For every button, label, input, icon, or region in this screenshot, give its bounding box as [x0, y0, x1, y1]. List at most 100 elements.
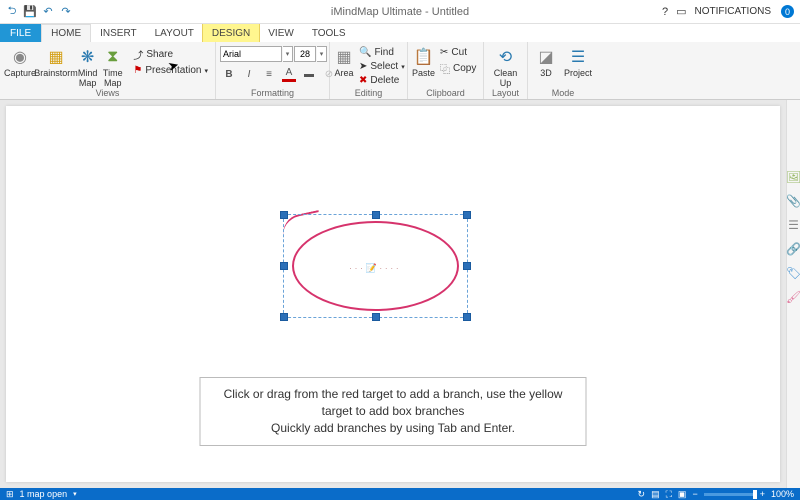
- copy-button[interactable]: ⿻Copy: [437, 60, 479, 77]
- group-editing-label: Editing: [334, 88, 403, 99]
- save-icon[interactable]: 💾: [22, 4, 38, 20]
- 3d-button[interactable]: ◪3D: [532, 46, 560, 78]
- window-title: iMindMap Ultimate - Untitled: [331, 6, 469, 18]
- font-size-input[interactable]: [294, 46, 316, 62]
- timemap-button[interactable]: ⧗Time Map: [101, 46, 124, 88]
- cut-button[interactable]: ✂Cut: [437, 46, 479, 59]
- select-button[interactable]: ➤Select▾: [356, 60, 408, 73]
- maps-open-label: 1 map open: [20, 489, 68, 499]
- resize-handle-sw[interactable]: [280, 313, 288, 321]
- delete-icon: ✖: [359, 75, 367, 86]
- clipboard-icon: 📋: [414, 47, 434, 67]
- find-button[interactable]: 🔍Find: [356, 46, 408, 59]
- canvas-area: · · · 📝 · · · · Click or drag from the r…: [0, 100, 786, 488]
- font-name-input[interactable]: [220, 46, 282, 62]
- attachment-panel-icon[interactable]: 📎: [786, 194, 800, 208]
- resize-handle-s[interactable]: [372, 313, 380, 321]
- resize-handle-nw[interactable]: [280, 211, 288, 219]
- resize-handle-e[interactable]: [463, 262, 471, 270]
- right-sidebar: 🖼 📎 ☰ 🔗 🏷 🖌: [786, 100, 800, 488]
- image-panel-icon[interactable]: 🖼: [786, 170, 800, 184]
- fill-color-button[interactable]: ▬: [300, 66, 318, 82]
- tab-tools[interactable]: TOOLS: [303, 24, 355, 42]
- tag-panel-icon[interactable]: 🏷: [786, 266, 800, 280]
- notes-panel-icon[interactable]: ☰: [788, 218, 799, 232]
- ribbon-tabs: FILE HOME INSERT LAYOUT DESIGN VIEW TOOL…: [0, 24, 800, 42]
- refresh-icon[interactable]: ↻: [638, 489, 646, 500]
- align-button[interactable]: ≡: [260, 66, 278, 82]
- group-formatting-label: Formatting: [220, 88, 325, 99]
- tab-design[interactable]: DESIGN: [203, 24, 259, 42]
- link-panel-icon[interactable]: 🔗: [786, 242, 800, 256]
- resize-handle-n[interactable]: [372, 211, 380, 219]
- help-icon[interactable]: ?: [662, 6, 668, 18]
- group-views-label: Views: [4, 88, 211, 99]
- fullscreen-icon[interactable]: ⛶: [666, 489, 672, 500]
- notifications-badge[interactable]: 0: [781, 5, 794, 18]
- bold-button[interactable]: B: [220, 66, 238, 82]
- title-bar: ⮌ 💾 ↶ ↷ iMindMap Ultimate - Untitled ? ▭…: [0, 0, 800, 24]
- board-icon: ▦: [46, 47, 66, 67]
- share-icon: ⤴: [133, 47, 143, 62]
- quick-access-toolbar: ⮌ 💾 ↶ ↷: [0, 4, 74, 20]
- font-dd-icon[interactable]: ▾: [283, 46, 293, 62]
- ribbon: ◉Capture ▦Brainstorm ❋Mind Map ⧗Time Map…: [0, 42, 800, 100]
- hint-line2: Quickly add branches by using Tab and En…: [221, 420, 566, 437]
- project-button[interactable]: ☰Project: [562, 46, 594, 78]
- cursor-icon: ➤: [359, 61, 367, 72]
- delete-button[interactable]: ✖Delete: [356, 74, 408, 87]
- italic-button[interactable]: I: [240, 66, 258, 82]
- tab-file[interactable]: FILE: [0, 24, 41, 42]
- status-bar: ⊞ 1 map open ▾ ↻ ▤ ⛶ ▣ − + 100%: [0, 488, 800, 500]
- resize-handle-w[interactable]: [280, 262, 288, 270]
- minimize-icon[interactable]: ▭: [676, 5, 686, 18]
- group-layout-label: Layout: [488, 88, 523, 99]
- flag-icon: ⚑: [133, 65, 142, 76]
- gantt-icon: ☰: [568, 47, 588, 67]
- zoom-out-button[interactable]: −: [692, 489, 697, 499]
- size-dd-icon[interactable]: ▾: [317, 46, 327, 62]
- cube-icon: ◪: [536, 47, 556, 67]
- share-button[interactable]: ⤴Share: [130, 46, 211, 63]
- paste-button[interactable]: 📋Paste: [412, 46, 435, 78]
- capture-button[interactable]: ◉Capture: [4, 46, 36, 78]
- canvas[interactable]: · · · 📝 · · · · Click or drag from the r…: [6, 106, 780, 482]
- timeline-icon: ⧗: [103, 47, 123, 67]
- tab-home[interactable]: HOME: [41, 24, 91, 42]
- group-mode-label: Mode: [532, 88, 594, 99]
- resize-handle-ne[interactable]: [463, 211, 471, 219]
- scissors-icon: ✂: [440, 47, 448, 58]
- resize-handle-se[interactable]: [463, 313, 471, 321]
- group-clipboard-label: Clipboard: [412, 88, 479, 99]
- app-status-icon[interactable]: ⊞: [6, 489, 14, 500]
- search-icon: 🔍: [359, 47, 371, 58]
- aperture-icon: ◉: [10, 47, 30, 67]
- tab-view[interactable]: VIEW: [259, 24, 303, 42]
- font-color-button[interactable]: A: [280, 66, 298, 82]
- undo-icon[interactable]: ↶: [40, 4, 56, 20]
- view1-icon[interactable]: ▤: [651, 489, 660, 500]
- presentation-button[interactable]: ⚑Presentation▾: [130, 64, 211, 77]
- notifications-label[interactable]: NOTIFICATIONS: [695, 6, 771, 17]
- status-dd-icon[interactable]: ▾: [73, 490, 77, 498]
- center-icon[interactable]: ▣: [678, 489, 687, 500]
- mindmap-icon: ❋: [78, 47, 98, 67]
- zoom-in-button[interactable]: +: [760, 489, 765, 499]
- redo-icon[interactable]: ↷: [58, 4, 74, 20]
- tab-layout[interactable]: LAYOUT: [146, 24, 203, 42]
- copy-icon: ⿻: [440, 61, 450, 76]
- hint-line1: Click or drag from the red target to add…: [221, 386, 566, 420]
- cleanup-icon: ⟲: [496, 47, 516, 67]
- mindmap-button[interactable]: ❋Mind Map: [76, 46, 99, 88]
- area-button[interactable]: ▦Area: [334, 46, 354, 78]
- area-icon: ▦: [334, 47, 354, 67]
- hint-tooltip: Click or drag from the red target to add…: [200, 377, 587, 446]
- selection-box: [283, 214, 468, 318]
- back-icon[interactable]: ⮌: [4, 4, 20, 20]
- zoom-level[interactable]: 100%: [771, 489, 794, 499]
- brainstorm-button[interactable]: ▦Brainstorm: [38, 46, 74, 78]
- cleanup-button[interactable]: ⟲Clean Up: [488, 46, 523, 88]
- zoom-slider[interactable]: [704, 493, 754, 496]
- format-panel-icon[interactable]: 🖌: [786, 290, 800, 304]
- tab-insert[interactable]: INSERT: [91, 24, 146, 42]
